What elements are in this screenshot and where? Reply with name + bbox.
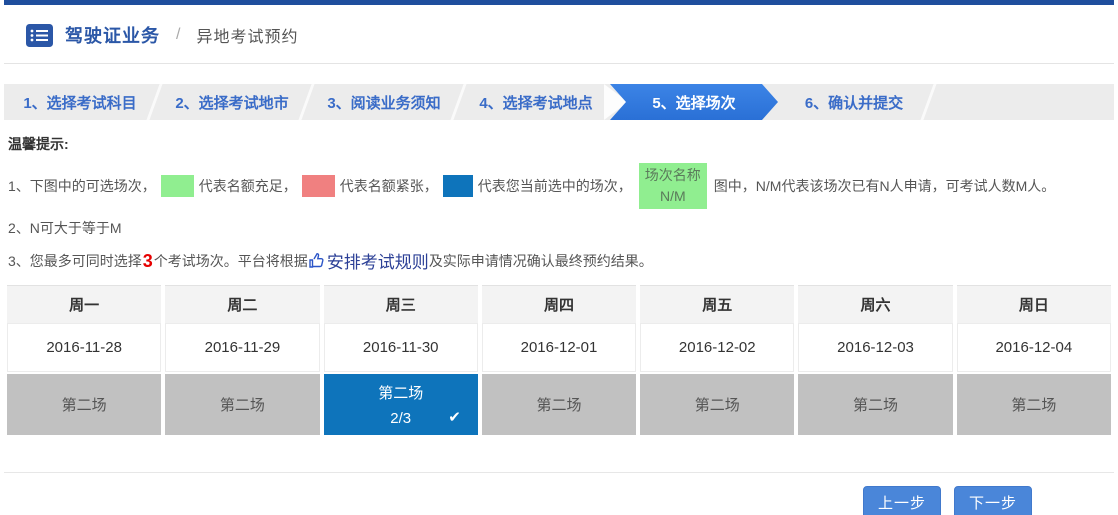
weekday-header: 周二 — [165, 285, 319, 323]
weekday-header: 周三 — [324, 285, 478, 323]
step-label: 1、选择考试科目 — [23, 92, 136, 113]
legend-available-swatch — [161, 175, 194, 197]
tip1-red-label: 代表名额紧张， — [340, 176, 438, 196]
legend-tight-swatch — [302, 175, 335, 197]
date-cell: 2016-12-04 — [957, 323, 1111, 372]
next-step-button[interactable]: 下一步 — [954, 486, 1032, 515]
session-name: 第二场 — [378, 382, 423, 403]
date-cell: 2016-12-03 — [798, 323, 952, 372]
legend-selected-swatch — [443, 175, 473, 197]
date-cell: 2016-11-28 — [7, 323, 161, 372]
step-3-read-notice: 3、阅读业务须知 — [308, 84, 460, 120]
step-5-choose-session-active: 5、选择场次 — [610, 84, 778, 120]
step-2-choose-city: 2、选择考试地市 — [156, 84, 308, 120]
step-label: 5、选择场次 — [652, 92, 735, 113]
tip1-suffix: 图中，N/M代表该场次已有N人申请，可考试人数M人。 — [714, 176, 1055, 196]
date-cell: 2016-11-30 — [324, 323, 478, 372]
session-row: 第二场 第二场 第二场 2/3 ✔ 第二场 第二场 第二场 第二场 — [7, 374, 1111, 435]
tip-line-3: 3、您最多可同时选择 3 个考试场次。平台将根据 安排考试规则 及实际申请情况确… — [8, 248, 1110, 273]
sample-session-ratio: N/M — [660, 186, 686, 207]
tips-heading: 温馨提示: — [8, 134, 1110, 154]
breadcrumb-separator: / — [172, 26, 184, 44]
step-label: 3、阅读业务须知 — [327, 92, 440, 113]
breadcrumb: 驾驶证业务 / 异地考试预约 — [4, 5, 1114, 64]
tip1-prefix: 1、下图中的可选场次， — [8, 176, 156, 196]
stepbar-filler — [930, 84, 1114, 120]
weekday-header: 周五 — [640, 285, 794, 323]
exam-rules-link[interactable]: 安排考试规则 — [308, 248, 429, 273]
step-1-choose-subject: 1、选择考试科目 — [4, 84, 156, 120]
step-progress-bar: 1、选择考试科目 2、选择考试地市 3、阅读业务须知 4、选择考试地点 5、选择… — [4, 84, 1114, 120]
weekday-header: 周六 — [798, 285, 952, 323]
exam-rules-link-label: 安排考试规则 — [327, 248, 429, 273]
thumbs-up-icon — [308, 252, 325, 269]
step-6-confirm-submit: 6、确认并提交 — [778, 84, 930, 120]
weekday-header-row: 周一 周二 周三 周四 周五 周六 周日 — [7, 285, 1111, 323]
list-icon — [26, 24, 53, 47]
session-cell-mon[interactable]: 第二场 — [7, 374, 161, 435]
breadcrumb-category[interactable]: 驾驶证业务 — [65, 22, 160, 48]
tip3-part2: 个考试场次。平台将根据 — [154, 251, 308, 271]
footer-actions: 上一步 下一步 — [0, 473, 1118, 515]
session-cell-fri[interactable]: 第二场 — [640, 374, 794, 435]
weekday-header: 周四 — [482, 285, 636, 323]
weekday-header: 周一 — [7, 285, 161, 323]
session-cell-thu[interactable]: 第二场 — [482, 374, 636, 435]
weekday-header: 周日 — [957, 285, 1111, 323]
date-cell: 2016-12-02 — [640, 323, 794, 372]
tip3-part1: 3、您最多可同时选择 — [8, 251, 142, 271]
session-cell-wed-selected[interactable]: 第二场 2/3 ✔ — [324, 374, 478, 435]
session-schedule-table: 周一 周二 周三 周四 周五 周六 周日 2016-11-28 2016-11-… — [7, 285, 1111, 435]
prev-step-button[interactable]: 上一步 — [863, 486, 941, 515]
sample-session-name: 场次名称 — [645, 165, 701, 186]
page-title: 异地考试预约 — [196, 23, 298, 47]
session-cell-sat[interactable]: 第二场 — [798, 374, 952, 435]
step-4-choose-site: 4、选择考试地点 — [460, 84, 612, 120]
tip-line-2: 2、N可大于等于M — [8, 218, 1110, 238]
tip3-part3: 及实际申请情况确认最终预约结果。 — [429, 251, 653, 271]
date-row: 2016-11-28 2016-11-29 2016-11-30 2016-12… — [7, 323, 1111, 372]
legend-sample-cell: 场次名称 N/M — [639, 163, 707, 209]
session-ratio: 2/3 — [390, 410, 411, 427]
step-label: 2、选择考试地市 — [175, 92, 288, 113]
max-session-count: 3 — [142, 252, 154, 270]
step-label: 4、选择考试地点 — [479, 92, 592, 113]
tip-line-1: 1、下图中的可选场次， 代表名额充足， 代表名额紧张， 代表您当前选中的场次， … — [8, 163, 1110, 209]
check-icon: ✔ — [448, 408, 461, 426]
session-cell-tue[interactable]: 第二场 — [165, 374, 319, 435]
tip1-blue-label: 代表您当前选中的场次， — [478, 176, 632, 196]
date-cell: 2016-12-01 — [482, 323, 636, 372]
date-cell: 2016-11-29 — [165, 323, 319, 372]
session-cell-sun[interactable]: 第二场 — [957, 374, 1111, 435]
tips-section: 温馨提示: 1、下图中的可选场次， 代表名额充足， 代表名额紧张， 代表您当前选… — [8, 134, 1110, 273]
step-label: 6、确认并提交 — [805, 92, 903, 113]
tip1-green-label: 代表名额充足， — [199, 176, 297, 196]
